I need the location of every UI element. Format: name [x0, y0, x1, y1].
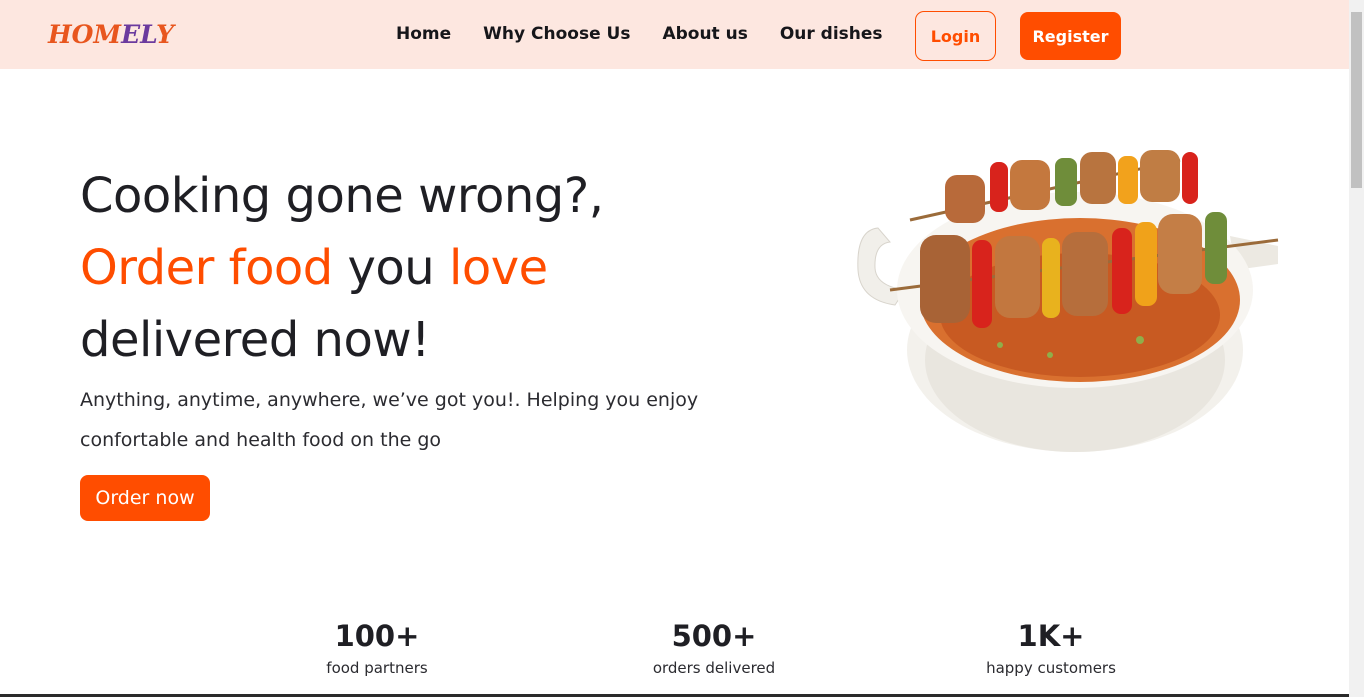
order-now-button[interactable]: Order now — [80, 475, 210, 521]
top-navbar: HOMELY Home Why Choose Us About us Our d… — [0, 0, 1349, 69]
headline-middle: you — [332, 240, 449, 296]
headline-line-1: Cooking gone wrong?, — [80, 168, 604, 224]
scrollbar-thumb[interactable] — [1351, 12, 1362, 188]
hero-subtitle: Anything, anytime, anywhere, we’ve got y… — [80, 389, 699, 451]
register-button[interactable]: Register — [1020, 12, 1121, 60]
stat-label: food partners — [326, 659, 428, 677]
login-button[interactable]: Login — [915, 11, 996, 61]
stat-label: orders delivered — [652, 659, 776, 677]
stat-happy-customers: 1K+ happy customers — [941, 616, 1161, 677]
homely-logo[interactable]: HOMELY — [48, 20, 174, 49]
nav-link-our-dishes[interactable]: Our dishes — [780, 24, 883, 44]
headline-accent-order-food: Order food — [80, 240, 333, 296]
nav-links: Home Why Choose Us About us Our dishes — [396, 24, 883, 44]
stat-orders-delivered: 500+ orders delivered — [604, 616, 824, 677]
headline-line-3: delivered now! — [80, 312, 430, 368]
hero-headline: Cooking gone wrong?, Order food you love… — [80, 160, 780, 376]
stat-value: 1K+ — [1017, 619, 1085, 653]
nav-link-home[interactable]: Home — [396, 24, 451, 44]
nav-link-about-us[interactable]: About us — [662, 24, 747, 44]
headline-accent-love: love — [448, 240, 548, 296]
stat-value: 100+ — [334, 619, 420, 653]
food-bowl-image — [857, 150, 1279, 452]
stat-value: 500+ — [671, 619, 757, 653]
logo-text-end: Y — [156, 20, 174, 49]
stat-food-partners: 100+ food partners — [267, 616, 487, 677]
logo-text-start: HOM — [48, 20, 122, 49]
logo-text-mid: EL — [121, 20, 157, 49]
stat-label: happy customers — [986, 659, 1116, 677]
nav-link-why-choose-us[interactable]: Why Choose Us — [483, 24, 630, 44]
